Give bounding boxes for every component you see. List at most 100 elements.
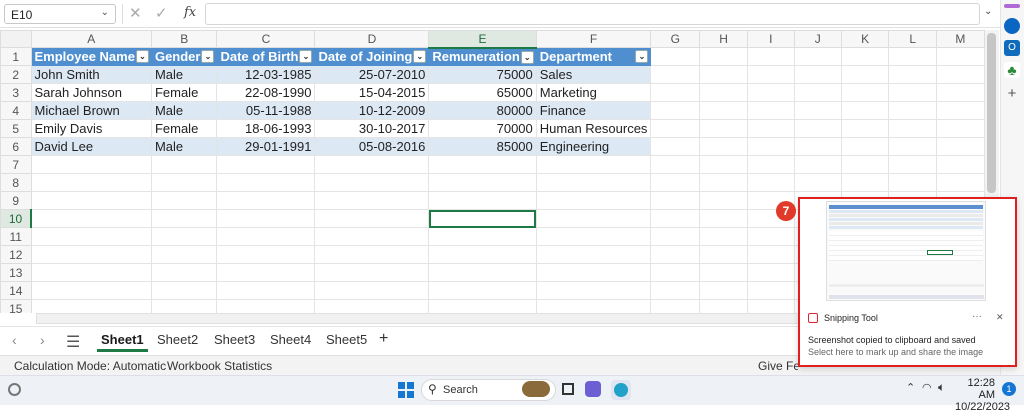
cell-C9[interactable] (216, 191, 316, 210)
cell-B4[interactable]: Male (150, 101, 218, 120)
cell-B3[interactable]: Female (150, 83, 218, 102)
cell-F11[interactable] (535, 227, 652, 246)
cell-H1[interactable] (699, 47, 748, 66)
all-sheets-icon[interactable]: ☰ (66, 332, 80, 352)
cell-G7[interactable] (650, 155, 701, 174)
column-header-e[interactable]: E (428, 30, 537, 49)
cell-G4[interactable] (650, 101, 701, 120)
cell-G2[interactable] (650, 65, 701, 84)
next-sheet-icon[interactable]: › (40, 332, 45, 348)
cell-G10[interactable] (650, 209, 701, 228)
cell-A8[interactable] (30, 173, 152, 192)
cell-B5[interactable]: Female (150, 119, 218, 138)
cell-F8[interactable] (535, 173, 652, 192)
cell-A3[interactable]: Sarah Johnson (30, 83, 152, 102)
column-header-h[interactable]: H (699, 30, 748, 48)
row-header-5[interactable]: 5 (0, 119, 32, 138)
cell-L1[interactable] (888, 47, 937, 66)
filter-dropdown-icon[interactable]: ⌄ (520, 50, 534, 64)
cell-L2[interactable] (888, 65, 937, 84)
cell-L3[interactable] (888, 83, 937, 102)
close-icon[interactable]: ✕ (996, 312, 1004, 323)
cell-I6[interactable] (746, 137, 795, 156)
row-header-7[interactable]: 7 (0, 155, 32, 174)
cell-A5[interactable]: Emily Davis (30, 119, 152, 138)
snipping-tool-notification[interactable]: Snipping Tool ··· ✕ Screenshot copied to… (798, 197, 1017, 367)
cell-E14[interactable] (428, 281, 537, 300)
cell-I7[interactable] (746, 155, 795, 174)
cell-F14[interactable] (535, 281, 652, 300)
row-header-12[interactable]: 12 (0, 245, 32, 264)
row-header-9[interactable]: 9 (0, 191, 32, 210)
cell-I13[interactable] (746, 263, 795, 282)
scroll-thumb[interactable] (987, 33, 996, 193)
cell-B15[interactable] (150, 299, 218, 313)
cell-M7[interactable] (935, 155, 985, 174)
row-header-14[interactable]: 14 (0, 281, 32, 300)
cell-B2[interactable]: Male (150, 65, 218, 84)
cell-I3[interactable] (746, 83, 795, 102)
more-options-icon[interactable]: ··· (972, 311, 982, 322)
filter-dropdown-icon[interactable]: ⌄ (201, 50, 215, 63)
sheet-tab-sheet5[interactable]: Sheet5 (322, 330, 371, 349)
cell-I4[interactable] (746, 101, 795, 120)
cell-D4[interactable]: 10-12-2009 (314, 101, 430, 120)
cell-G9[interactable] (650, 191, 701, 210)
app-icon[interactable] (1004, 4, 1020, 8)
cell-J3[interactable] (793, 83, 842, 102)
cell-C10[interactable] (216, 209, 316, 228)
cell-B11[interactable] (150, 227, 218, 246)
sheet-tab-sheet1[interactable]: Sheet1 (97, 330, 148, 352)
sheet-tab-sheet3[interactable]: Sheet3 (210, 330, 259, 349)
volume-icon[interactable]: 🔈︎ (938, 380, 945, 395)
cell-A9[interactable] (30, 191, 152, 210)
select-all-corner[interactable] (0, 30, 32, 48)
cell-M6[interactable] (935, 137, 985, 156)
cell-C7[interactable] (216, 155, 316, 174)
cancel-icon[interactable]: ✕ (129, 4, 142, 22)
cell-I5[interactable] (746, 119, 795, 138)
cell-F2[interactable]: Sales (535, 65, 652, 84)
column-header-i[interactable]: I (746, 30, 795, 48)
cell-C11[interactable] (216, 227, 316, 246)
cell-E6[interactable]: 85000 (428, 137, 537, 156)
teams-icon[interactable] (585, 381, 601, 397)
cell-C1[interactable]: Date of Birth ⌄ (216, 47, 316, 66)
cell-C4[interactable]: 05-11-1988 (216, 101, 316, 120)
cell-A4[interactable]: Michael Brown (30, 101, 152, 120)
cell-I14[interactable] (746, 281, 795, 300)
filter-dropdown-icon[interactable]: ⌄ (413, 50, 427, 63)
cell-A12[interactable] (30, 245, 152, 264)
cell-L4[interactable] (888, 101, 937, 120)
cell-A11[interactable] (30, 227, 152, 246)
sheet-tab-sheet2[interactable]: Sheet2 (153, 330, 202, 349)
cell-H15[interactable] (699, 299, 748, 313)
cell-G13[interactable] (650, 263, 701, 282)
cell-F4[interactable]: Finance (535, 101, 652, 120)
cell-G12[interactable] (650, 245, 701, 264)
cell-I8[interactable] (746, 173, 795, 192)
cell-L8[interactable] (888, 173, 937, 192)
cell-J6[interactable] (793, 137, 842, 156)
cell-H7[interactable] (699, 155, 748, 174)
cell-H10[interactable] (699, 209, 748, 228)
cell-C8[interactable] (216, 173, 316, 192)
cell-M4[interactable] (935, 101, 985, 120)
column-header-l[interactable]: L (888, 30, 937, 48)
cell-G5[interactable] (650, 119, 701, 138)
cell-G11[interactable] (650, 227, 701, 246)
cell-F1[interactable]: Department ⌄ (535, 47, 652, 66)
calculation-mode[interactable]: Calculation Mode: Automatic (14, 359, 166, 373)
column-header-g[interactable]: G (650, 30, 701, 48)
cell-H13[interactable] (699, 263, 748, 282)
cell-M3[interactable] (935, 83, 985, 102)
column-header-d[interactable]: D (314, 30, 430, 48)
cell-F10[interactable] (535, 209, 652, 228)
add-sheet-button[interactable]: + (375, 328, 392, 350)
cell-H12[interactable] (699, 245, 748, 264)
prev-sheet-icon[interactable]: ‹ (12, 332, 17, 348)
cell-H8[interactable] (699, 173, 748, 192)
cell-B7[interactable] (150, 155, 218, 174)
edge-icon[interactable] (614, 383, 628, 397)
cell-D9[interactable] (314, 191, 430, 210)
